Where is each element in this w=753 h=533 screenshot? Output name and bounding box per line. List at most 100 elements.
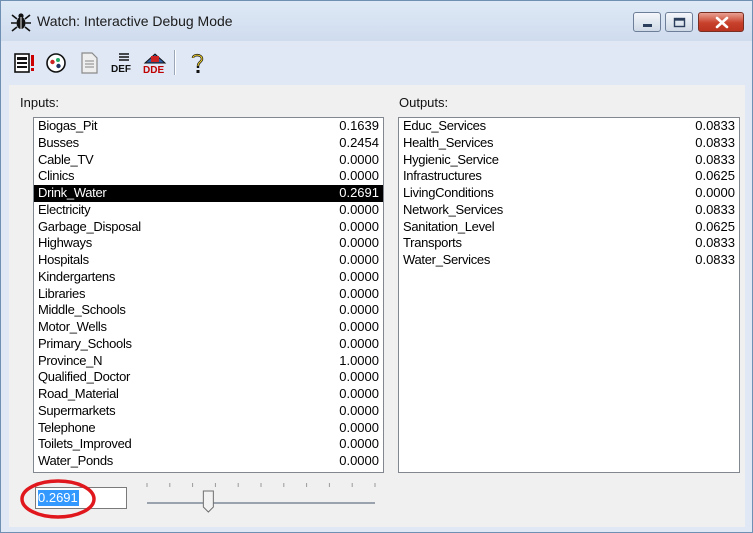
output-item-value: 0.0833 <box>695 235 735 251</box>
input-item-row[interactable]: Province_N 1.0000 <box>34 353 383 370</box>
output-item-row[interactable]: Educ_Services 0.0833 <box>399 118 739 135</box>
input-item-value: 0.0000 <box>339 319 379 334</box>
input-item-value: 0.0000 <box>339 369 379 385</box>
outputs-label: Outputs: <box>399 95 449 110</box>
outputs-listbox[interactable]: Educ_Services 0.0833 Health_Services 0.0833… <box>398 117 740 473</box>
input-item-row[interactable]: Highways 0.0000 <box>34 235 383 252</box>
input-item-row[interactable]: Libraries 0.0000 <box>34 286 383 303</box>
input-item-row[interactable]: Supermarkets 0.0000 <box>34 403 383 420</box>
output-item-value: 0.0833 <box>695 252 735 267</box>
input-item-name: Garbage_Disposal <box>38 218 141 234</box>
maximize-icon <box>673 17 686 28</box>
input-item-row[interactable]: Drink_Water 0.2691 <box>34 185 383 202</box>
input-item-value: 0.0000 <box>339 252 379 267</box>
input-item-row[interactable]: Electricity 0.0000 <box>34 202 383 219</box>
input-item-name: Drink_Water <box>38 185 107 200</box>
input-item-value: 0.1639 <box>339 118 379 133</box>
output-item-row[interactable]: Water_Services 0.0833 <box>399 252 739 269</box>
input-item-name: Highways <box>38 235 92 251</box>
input-item-value: 0.2454 <box>339 134 379 150</box>
input-item-row[interactable]: Toilets_Improved 0.0000 <box>34 436 383 453</box>
output-item-row[interactable]: Health_Services 0.0833 <box>399 135 739 152</box>
document-icon[interactable] <box>77 51 101 75</box>
input-item-row[interactable]: Cable_TV 0.0000 <box>34 152 383 169</box>
input-item-row[interactable]: Busses 0.2454 <box>34 135 383 152</box>
debug-window: Watch: Interactive Debug Mode DEF DDE In… <box>0 0 753 533</box>
input-item-value: 0.0000 <box>339 386 379 401</box>
title-bar[interactable]: Watch: Interactive Debug Mode <box>1 1 752 41</box>
input-item-name: Telephone <box>38 419 96 435</box>
output-item-name: Hygienic_Service <box>403 151 499 167</box>
input-item-value: 0.0000 <box>339 168 379 184</box>
output-item-row[interactable]: Network_Services 0.0833 <box>399 202 739 219</box>
input-item-row[interactable]: Biogas_Pit 0.1639 <box>34 118 383 135</box>
output-item-value: 0.0000 <box>695 185 735 200</box>
input-item-value: 0.0000 <box>339 201 379 217</box>
output-item-value: 0.0833 <box>695 118 735 133</box>
input-item-value: 0.0000 <box>339 151 379 167</box>
input-item-name: Busses <box>38 134 79 150</box>
input-item-row[interactable]: Water_Ponds 0.0000 <box>34 453 383 470</box>
output-item-name: Sanitation_Level <box>403 218 495 234</box>
input-item-value: 0.0000 <box>339 268 379 284</box>
dde-icon[interactable]: DDE <box>141 51 169 75</box>
input-item-name: Middle_Schools <box>38 302 126 318</box>
input-item-name: Water_Ponds <box>38 453 113 468</box>
output-item-name: Health_Services <box>403 134 494 150</box>
output-item-row[interactable]: Hygienic_Service 0.0833 <box>399 152 739 169</box>
def-icon[interactable]: DEF <box>109 51 137 75</box>
output-item-value: 0.0625 <box>695 218 735 234</box>
input-item-row[interactable]: Road_Material 0.0000 <box>34 386 383 403</box>
input-item-name: Motor_Wells <box>38 319 107 334</box>
output-item-row[interactable]: Transports 0.0833 <box>399 235 739 252</box>
svg-text:DDE: DDE <box>143 65 164 75</box>
input-item-value: 0.0000 <box>339 235 379 251</box>
input-item-row[interactable]: Kindergartens 0.0000 <box>34 269 383 286</box>
input-item-row[interactable]: Motor_Wells 0.0000 <box>34 319 383 336</box>
output-item-row[interactable]: LivingConditions 0.0000 <box>399 185 739 202</box>
input-item-name: Primary_Schools <box>38 335 132 351</box>
maximize-button[interactable] <box>665 12 693 32</box>
value-selection: 0.2691 <box>38 490 79 506</box>
output-item-row[interactable]: Sanitation_Level 0.0625 <box>399 219 739 236</box>
report-icon[interactable] <box>13 51 37 75</box>
minimize-button[interactable] <box>633 12 661 32</box>
input-item-name: Supermarkets <box>38 402 116 418</box>
input-item-row[interactable]: Qualified_Doctor 0.0000 <box>34 369 383 386</box>
output-item-name: Network_Services <box>403 201 503 217</box>
help-icon[interactable] <box>185 51 209 75</box>
input-item-value: 0.0000 <box>339 419 379 435</box>
output-item-value: 0.0625 <box>695 168 735 184</box>
input-item-value: 0.0000 <box>339 302 379 318</box>
input-item-name: Electricity <box>38 201 91 217</box>
input-item-name: Hospitals <box>38 252 89 267</box>
input-item-name: Libraries <box>38 285 86 301</box>
input-item-row[interactable]: Telephone 0.0000 <box>34 420 383 437</box>
input-item-value: 0.0000 <box>339 436 379 452</box>
input-item-value: 0.0000 <box>339 285 379 301</box>
output-item-value: 0.0833 <box>695 201 735 217</box>
output-item-name: Water_Services <box>403 252 491 267</box>
output-item-name: Infrastructures <box>403 168 482 184</box>
close-icon <box>715 16 729 29</box>
input-item-row[interactable]: Middle_Schools 0.0000 <box>34 302 383 319</box>
watch-panel: Inputs: Outputs: Biogas_Pit 0.1639 Busses 0… <box>9 85 745 527</box>
input-item-name: Clinics <box>38 168 75 184</box>
input-item-value: 0.0000 <box>339 453 379 468</box>
output-item-name: Educ_Services <box>403 118 486 133</box>
value-text: 0.2691 <box>38 490 78 505</box>
input-item-row[interactable]: Clinics 0.0000 <box>34 168 383 185</box>
inputs-listbox[interactable]: Biogas_Pit 0.1639 Busses 0.2454 Cable_TV 0.00… <box>33 117 384 473</box>
input-item-row[interactable]: Garbage_Disposal 0.0000 <box>34 219 383 236</box>
output-item-value: 0.0833 <box>695 151 735 167</box>
window-title: Watch: Interactive Debug Mode <box>37 13 233 29</box>
slider-thumb[interactable] <box>202 490 214 513</box>
view-icon[interactable] <box>44 51 68 75</box>
value-slider[interactable] <box>137 477 377 515</box>
close-button[interactable] <box>698 12 744 32</box>
value-field[interactable]: 0.2691 <box>35 487 127 509</box>
input-item-row[interactable]: Primary_Schools 0.0000 <box>34 336 383 353</box>
input-item-row[interactable]: Hospitals 0.0000 <box>34 252 383 269</box>
output-item-row[interactable]: Infrastructures 0.0625 <box>399 168 739 185</box>
input-item-name: Toilets_Improved <box>38 436 132 452</box>
